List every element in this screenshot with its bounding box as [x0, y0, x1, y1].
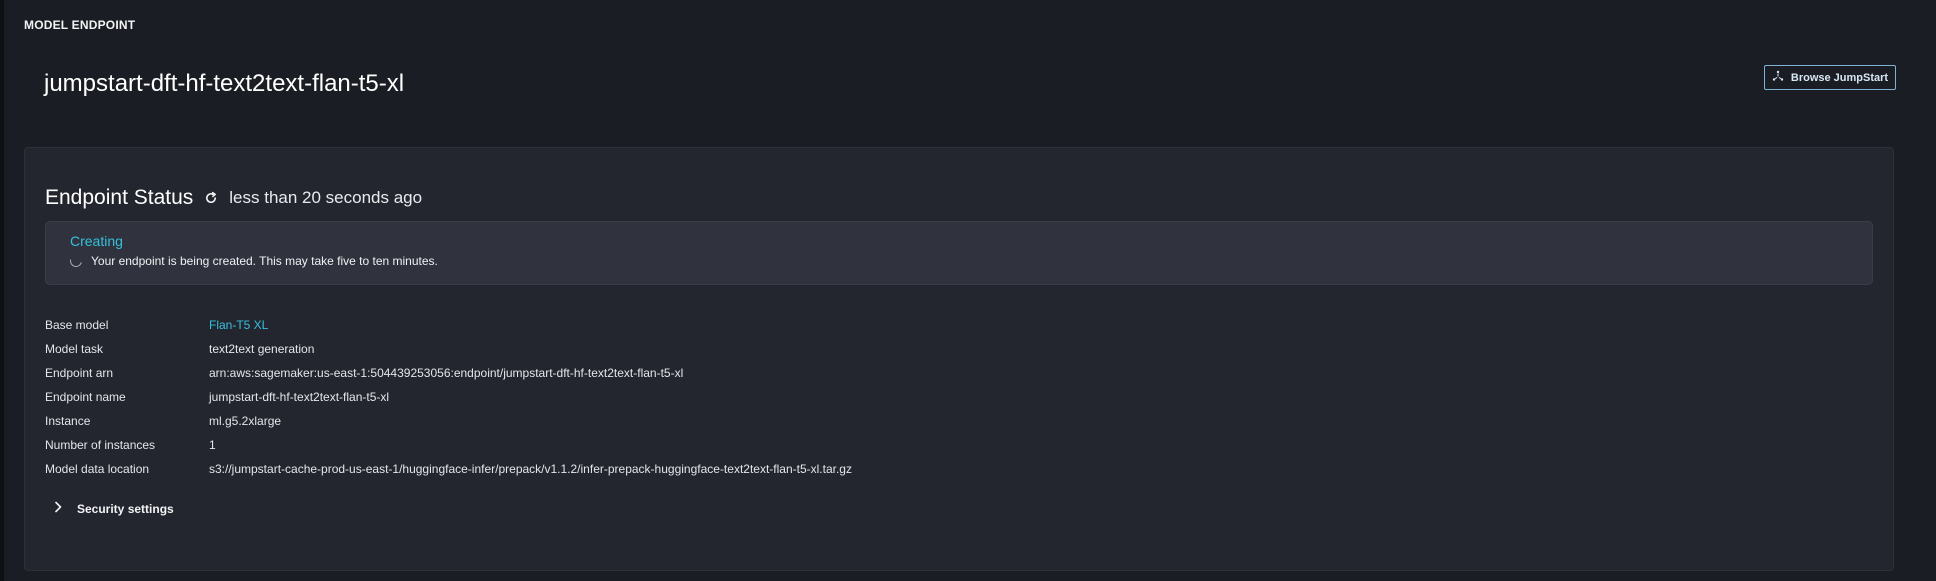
detail-key: Endpoint name	[45, 390, 126, 404]
spinner-icon	[67, 252, 85, 270]
detail-value: arn:aws:sagemaker:us-east-1:504439253056…	[209, 366, 684, 380]
endpoint-status-header: Endpoint Status less than 20 seconds ago	[45, 186, 422, 210]
detail-row-endpoint-arn: Endpoint arn arn:aws:sagemaker:us-east-1…	[45, 361, 852, 385]
detail-key: Instance	[45, 414, 91, 428]
detail-row-endpoint-name: Endpoint name jumpstart-dft-hf-text2text…	[45, 385, 852, 409]
refresh-icon[interactable]	[203, 190, 219, 206]
model-endpoint-page: MODEL ENDPOINT jumpstart-dft-hf-text2tex…	[0, 0, 1936, 581]
alert-state: Creating	[70, 233, 123, 249]
chevron-right-icon	[53, 500, 63, 518]
detail-row-model-task: Model task text2text generation	[45, 337, 852, 361]
details-list: Base model Flan-T5 XL Model task text2te…	[45, 313, 852, 481]
endpoint-details-card: Endpoint Status less than 20 seconds ago…	[24, 147, 1894, 571]
detail-row-base-model: Base model Flan-T5 XL	[45, 313, 852, 337]
security-settings-label: Security settings	[77, 502, 174, 516]
detail-row-number-of-instances: Number of instances 1	[45, 433, 852, 457]
detail-value: s3://jumpstart-cache-prod-us-east-1/hugg…	[209, 462, 852, 476]
detail-value: 1	[209, 438, 216, 452]
base-model-link[interactable]: Flan-T5 XL	[209, 318, 268, 332]
browse-jumpstart-label: Browse JumpStart	[1790, 71, 1889, 84]
endpoint-status-title: Endpoint Status	[45, 186, 194, 209]
detail-key: Model task	[45, 342, 104, 356]
detail-key: Base model	[45, 318, 109, 332]
detail-key: Endpoint arn	[45, 366, 114, 380]
page-title: jumpstart-dft-hf-text2text-flan-t5-xl	[44, 70, 405, 97]
jumpstart-icon	[1772, 70, 1784, 85]
detail-row-model-data-location: Model data location s3://jumpstart-cache…	[45, 457, 852, 481]
security-settings-toggle[interactable]: Security settings	[53, 500, 174, 518]
detail-value: text2text generation	[209, 342, 315, 356]
alert-message: Your endpoint is being created. This may…	[91, 254, 438, 268]
detail-key: Number of instances	[45, 438, 156, 452]
detail-value: ml.g5.2xlarge	[209, 414, 282, 428]
status-last-updated: less than 20 seconds ago	[229, 188, 423, 207]
creating-status-alert: Creating Your endpoint is being created.…	[45, 221, 1873, 285]
detail-row-instance: Instance ml.g5.2xlarge	[45, 409, 852, 433]
browse-jumpstart-button[interactable]: Browse JumpStart	[1764, 65, 1896, 90]
alert-message-row: Your endpoint is being created. This may…	[67, 252, 438, 270]
detail-value: jumpstart-dft-hf-text2text-flan-t5-xl	[209, 390, 390, 404]
detail-key: Model data location	[45, 462, 150, 476]
section-label: MODEL ENDPOINT	[24, 18, 136, 32]
